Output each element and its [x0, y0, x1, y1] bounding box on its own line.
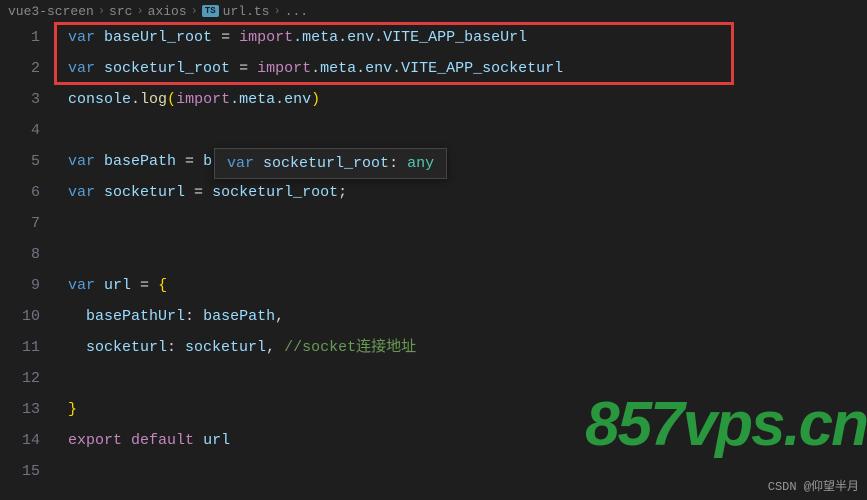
hover-tooltip: var socketurl_root: any — [214, 148, 447, 179]
breadcrumb-file[interactable]: url.ts — [223, 4, 270, 19]
line-number: 11 — [0, 332, 40, 363]
code-line[interactable] — [68, 239, 867, 270]
line-number: 14 — [0, 425, 40, 456]
line-number: 15 — [0, 456, 40, 487]
line-number-gutter: 1 2 3 4 5 6 7 8 9 10 11 12 13 14 15 — [0, 22, 58, 500]
line-number: 2 — [0, 53, 40, 84]
breadcrumb-part[interactable]: src — [109, 4, 132, 19]
line-number: 7 — [0, 208, 40, 239]
code-line[interactable]: var url = { — [68, 270, 867, 301]
chevron-right-icon: › — [191, 4, 198, 18]
line-number: 5 — [0, 146, 40, 177]
typescript-badge-icon: TS — [202, 5, 219, 17]
csdn-attribution: CSDN @仰望半月 — [768, 477, 859, 494]
code-line[interactable]: basePathUrl: basePath, — [68, 301, 867, 332]
breadcrumb[interactable]: vue3-screen › src › axios › TS url.ts › … — [0, 0, 867, 22]
code-line[interactable]: var socketurl = socketurl_root; — [68, 177, 867, 208]
breadcrumb-part[interactable]: axios — [148, 4, 187, 19]
chevron-right-icon: › — [136, 4, 143, 18]
line-number: 1 — [0, 22, 40, 53]
code-line[interactable]: socketurl: socketurl, //socket连接地址 — [68, 332, 867, 363]
code-line[interactable]: var baseUrl_root = import.meta.env.VITE_… — [68, 22, 867, 53]
line-number: 6 — [0, 177, 40, 208]
code-line[interactable]: console.log(import.meta.env) — [68, 84, 867, 115]
line-number: 3 — [0, 84, 40, 115]
code-line[interactable]: var basePath = b — [68, 146, 867, 177]
chevron-right-icon: › — [98, 4, 105, 18]
line-number: 13 — [0, 394, 40, 425]
line-number: 4 — [0, 115, 40, 146]
code-line[interactable] — [68, 456, 867, 487]
breadcrumb-trailing: ... — [285, 4, 308, 19]
code-line[interactable] — [68, 115, 867, 146]
watermark-text: 857vps.cn — [585, 389, 867, 460]
line-number: 9 — [0, 270, 40, 301]
line-number: 10 — [0, 301, 40, 332]
chevron-right-icon: › — [273, 4, 280, 18]
code-line[interactable] — [68, 208, 867, 239]
line-number: 8 — [0, 239, 40, 270]
line-number: 12 — [0, 363, 40, 394]
code-line[interactable]: var socketurl_root = import.meta.env.VIT… — [68, 53, 867, 84]
breadcrumb-part[interactable]: vue3-screen — [8, 4, 94, 19]
